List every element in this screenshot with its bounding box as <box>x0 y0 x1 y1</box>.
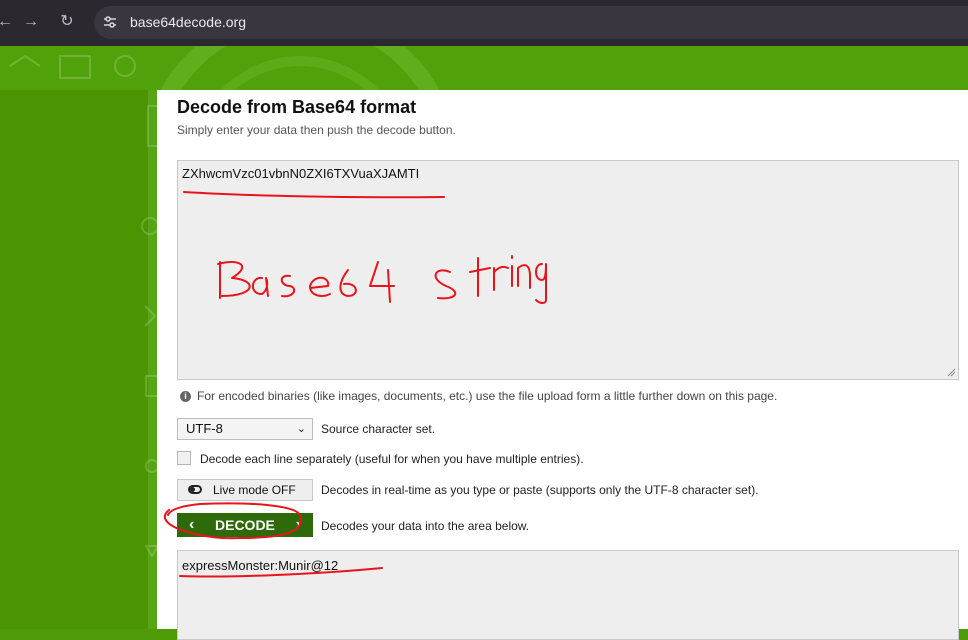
decode-description: Decodes your data into the area below. <box>321 519 530 533</box>
input-textarea[interactable]: ZXhwcmVzc01vbnN0ZXI6TXVuaXJAMTI <box>177 160 959 380</box>
page-subtitle: Simply enter your data then push the dec… <box>177 123 456 137</box>
reload-icon[interactable]: ↻ <box>56 11 78 33</box>
chevron-right-icon: › <box>295 516 301 533</box>
live-mode-label[interactable]: Live mode OFF <box>213 480 296 500</box>
info-icon: i <box>180 391 191 403</box>
address-bar[interactable]: base64decode.org <box>94 6 968 39</box>
chevron-left-icon: ‹ <box>189 516 195 533</box>
doodle-pattern <box>9 54 160 558</box>
url-text[interactable]: base64decode.org <box>130 14 246 30</box>
charset-selected[interactable]: UTF-8 <box>186 421 223 436</box>
page-title: Decode from Base64 format <box>177 97 417 117</box>
arrow-right-icon[interactable]: → <box>20 11 42 33</box>
input-text[interactable]: ZXhwcmVzc01vbnN0ZXI6TXVuaXJAMTI <box>182 166 419 181</box>
tune-icon[interactable] <box>102 14 118 30</box>
browser-toolbar: ← → ↻ base64decode.org <box>0 0 968 46</box>
main-content: Decode from Base64 format Simply enter y… <box>157 90 968 640</box>
output-textarea[interactable]: expressMonster:Munir@12 <box>177 550 959 640</box>
resize-handle-icon[interactable] <box>947 368 956 377</box>
live-mode-description: Decodes in real-time as you type or past… <box>321 483 759 497</box>
arrow-left-icon[interactable]: ← <box>0 11 16 33</box>
output-text[interactable]: expressMonster:Munir@12 <box>182 558 338 573</box>
decode-lines-label[interactable]: Decode each line separately (useful for … <box>200 452 584 466</box>
info-note: i For encoded binaries (like images, docu… <box>180 389 777 403</box>
decode-lines-checkbox[interactable] <box>177 451 191 465</box>
live-mode-button[interactable]: Live mode OFF <box>177 479 313 501</box>
decode-button[interactable]: ‹ DECODE › <box>177 513 313 537</box>
decode-button-label[interactable]: DECODE <box>215 513 275 537</box>
charset-select[interactable]: UTF-8 ⌄ <box>177 418 313 440</box>
charset-label: Source character set. <box>321 422 436 436</box>
toggle-icon <box>188 485 202 494</box>
info-text: For encoded binaries (like images, docum… <box>197 389 778 403</box>
chevron-down-icon[interactable]: ⌄ <box>297 419 306 439</box>
